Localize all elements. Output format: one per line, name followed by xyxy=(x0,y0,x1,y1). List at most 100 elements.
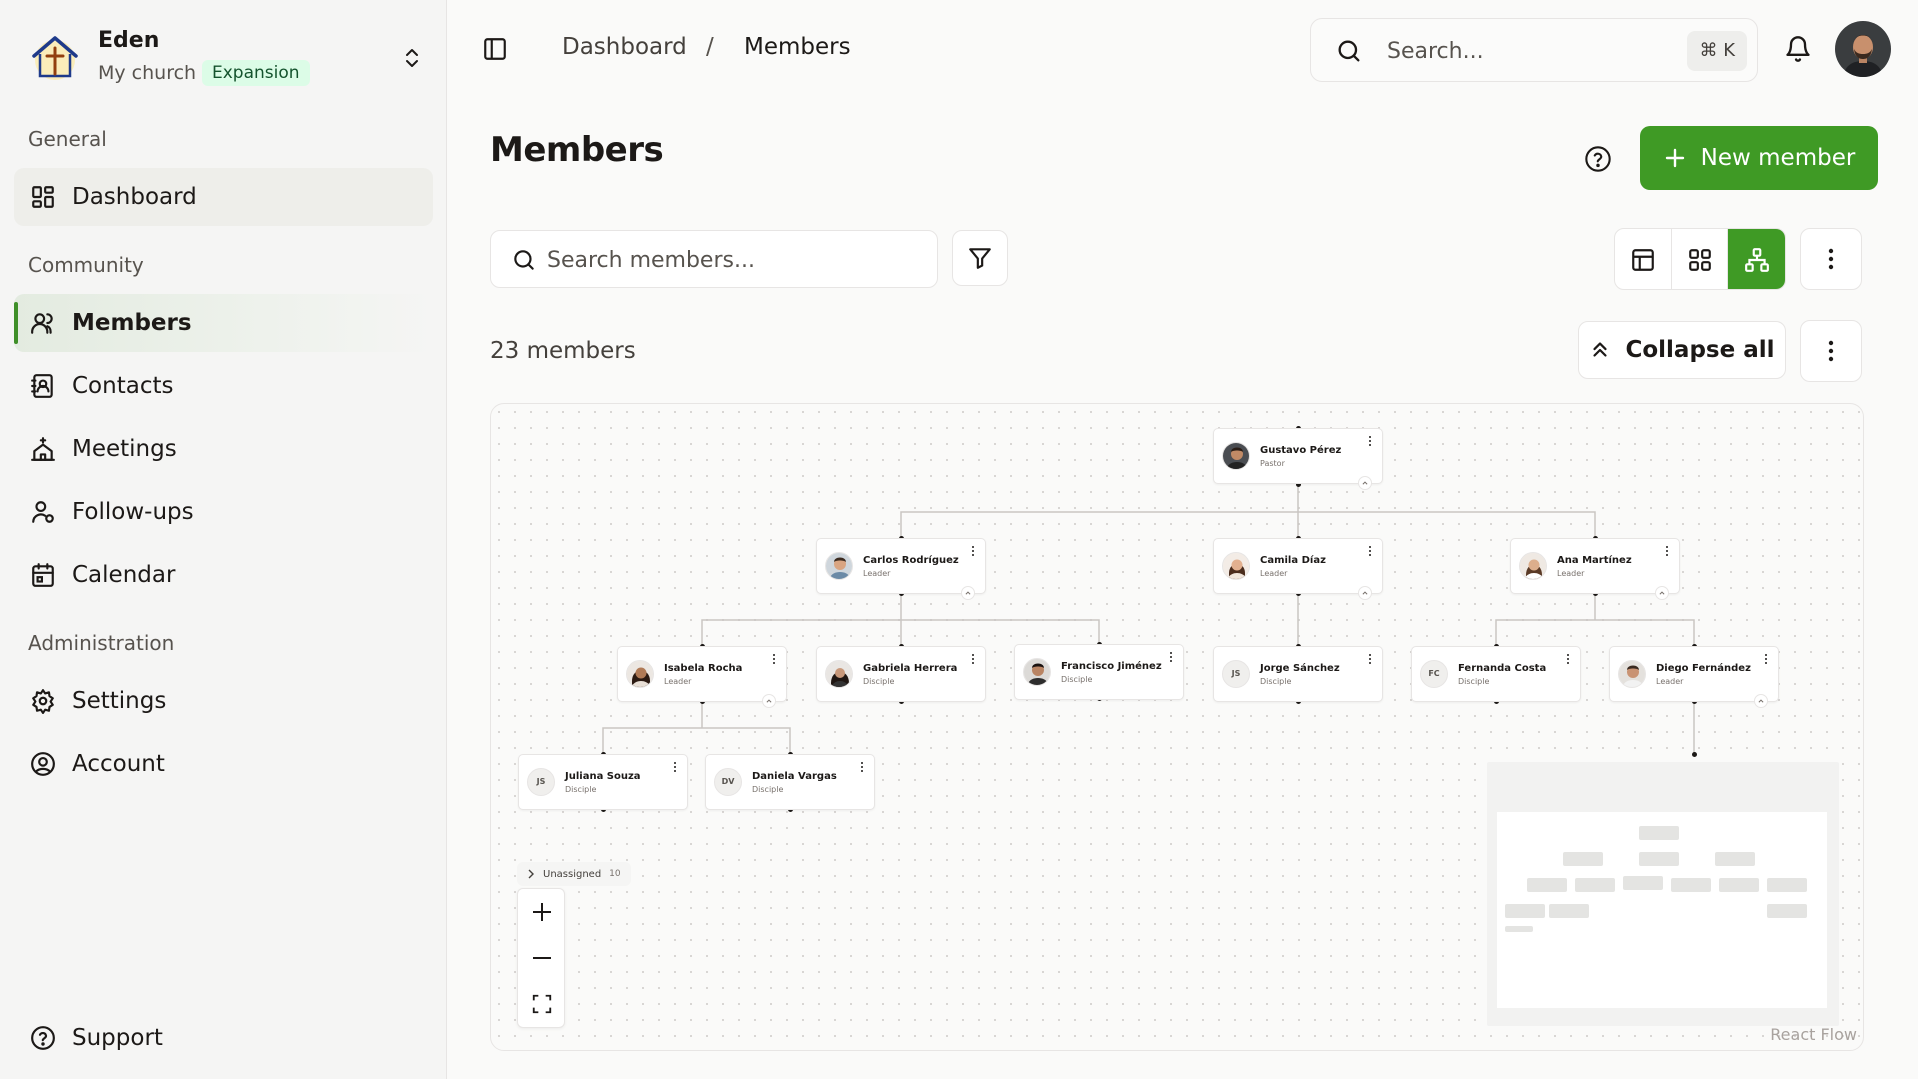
filter-button[interactable] xyxy=(952,230,1008,286)
minimap-node xyxy=(1505,904,1545,918)
plus-icon xyxy=(1665,148,1684,168)
collapse-node-icon[interactable] xyxy=(1754,694,1768,708)
new-member-button[interactable]: New member xyxy=(1640,126,1878,190)
minimap-node xyxy=(1505,926,1533,932)
collapse-node-icon[interactable] xyxy=(1358,586,1372,600)
tree-node-gustavo[interactable]: Gustavo Pérez Pastor xyxy=(1213,428,1383,490)
view-table-button[interactable] xyxy=(1615,229,1672,289)
sidebar-item-dashboard[interactable]: Dashboard xyxy=(14,168,433,226)
tree-node-juliana[interactable]: JS Juliana Souza Disciple xyxy=(518,754,688,810)
member-role: Leader xyxy=(863,569,891,578)
view-tree-button[interactable] xyxy=(1728,229,1785,289)
sidebar-item-label: Account xyxy=(72,751,165,777)
member-initials: FC xyxy=(1420,660,1448,688)
flow-minimap[interactable] xyxy=(1487,762,1839,1026)
node-menu-icon[interactable] xyxy=(1368,545,1372,557)
react-flow-attribution[interactable]: React Flow xyxy=(1770,1025,1857,1044)
help-icon[interactable] xyxy=(1584,145,1612,173)
user-avatar[interactable] xyxy=(1835,21,1891,77)
collapse-node-icon[interactable] xyxy=(1655,586,1669,600)
tree-node-fernanda[interactable]: FC Fernanda Costa Disciple xyxy=(1411,646,1581,702)
collapse-node-icon[interactable] xyxy=(961,586,975,600)
sidebar-toggle-icon[interactable] xyxy=(482,36,508,62)
org-chart-canvas[interactable]: Gustavo Pérez Pastor Carlos Rodríguez Le… xyxy=(490,403,1864,1051)
help-circle-icon xyxy=(31,1026,55,1050)
node-menu-icon[interactable] xyxy=(971,545,975,557)
church-icon xyxy=(31,437,55,461)
node-menu-icon[interactable] xyxy=(1368,435,1372,447)
org-subtitle: My church xyxy=(98,62,197,84)
tree-node-ana[interactable]: Ana Martínez Leader xyxy=(1510,538,1680,600)
view-more-button[interactable] xyxy=(1800,228,1862,290)
breadcrumb-dashboard[interactable]: Dashboard xyxy=(562,34,687,60)
tree-node-isabela[interactable]: Isabela Rocha Leader xyxy=(617,646,787,708)
global-search[interactable]: ⌘ K xyxy=(1310,18,1758,82)
node-menu-icon[interactable] xyxy=(772,653,776,665)
minimap-node xyxy=(1575,878,1615,892)
sidebar-item-label: Dashboard xyxy=(72,184,197,210)
member-search-input[interactable] xyxy=(547,241,907,279)
unassigned-label: Unassigned xyxy=(543,868,602,880)
church-logo-icon xyxy=(32,36,78,80)
sidebar-item-account[interactable]: Account xyxy=(14,735,433,793)
sidebar-item-members[interactable]: Members xyxy=(14,294,433,352)
member-role: Disciple xyxy=(1061,675,1093,684)
search-icon xyxy=(514,250,534,270)
sidebar-item-contacts[interactable]: Contacts xyxy=(14,357,433,415)
tree-node-camila[interactable]: Camila Díaz Leader xyxy=(1213,538,1383,600)
tree-more-button[interactable] xyxy=(1800,320,1862,382)
node-menu-icon[interactable] xyxy=(1665,545,1669,557)
sidebar-item-calendar[interactable]: Calendar xyxy=(14,546,433,604)
member-search[interactable] xyxy=(490,230,938,288)
minimap-node xyxy=(1639,852,1679,866)
unassigned-toggle[interactable]: Unassigned 10 xyxy=(517,862,631,886)
bell-icon[interactable] xyxy=(1784,34,1812,64)
member-initials: JS xyxy=(527,768,555,796)
member-avatar xyxy=(825,660,853,688)
tree-node-daniela[interactable]: DV Daniela Vargas Disciple xyxy=(705,754,875,810)
minimap-node xyxy=(1671,878,1711,892)
node-menu-icon[interactable] xyxy=(1169,651,1173,663)
node-menu-icon[interactable] xyxy=(860,761,864,773)
view-switcher xyxy=(1614,228,1786,290)
sidebar-item-support[interactable]: Support xyxy=(14,1009,433,1067)
fit-view-button[interactable] xyxy=(518,981,566,1027)
member-name: Ana Martínez xyxy=(1557,555,1632,566)
sidebar-item-label: Support xyxy=(72,1025,163,1051)
collapse-node-icon[interactable] xyxy=(762,694,776,708)
tree-node-carlos[interactable]: Carlos Rodríguez Leader xyxy=(816,538,986,600)
node-menu-icon[interactable] xyxy=(1566,653,1570,665)
grid-icon xyxy=(1688,249,1711,271)
minimap-node xyxy=(1639,826,1679,840)
minimap-node xyxy=(1563,852,1603,866)
member-name: Juliana Souza xyxy=(565,771,641,782)
member-role: Disciple xyxy=(752,785,784,794)
tree-node-francisco[interactable]: Francisco Jiménez Disciple xyxy=(1014,644,1184,700)
node-menu-icon[interactable] xyxy=(971,653,975,665)
sidebar-item-meetings[interactable]: Meetings xyxy=(14,420,433,478)
member-name: Gustavo Pérez xyxy=(1260,445,1342,456)
zoom-in-button[interactable] xyxy=(518,889,566,935)
node-menu-icon[interactable] xyxy=(1764,653,1768,665)
node-menu-icon[interactable] xyxy=(673,761,677,773)
breadcrumb-current: Members xyxy=(744,34,851,60)
minimap-node xyxy=(1719,878,1759,892)
collapse-node-icon[interactable] xyxy=(1358,476,1372,490)
member-name: Jorge Sánchez xyxy=(1260,663,1340,674)
global-search-input[interactable] xyxy=(1387,31,1667,71)
member-role: Disciple xyxy=(565,785,597,794)
minimap-node xyxy=(1767,878,1807,892)
tree-node-jorge[interactable]: JS Jorge Sánchez Disciple xyxy=(1213,646,1383,702)
tree-node-diego[interactable]: Diego Fernández Leader xyxy=(1609,646,1779,708)
dashboard-icon xyxy=(32,186,54,208)
sidebar-item-settings[interactable]: Settings xyxy=(14,672,433,730)
fullscreen-icon xyxy=(532,994,552,1014)
zoom-out-button[interactable] xyxy=(518,935,566,981)
collapse-all-button[interactable]: Collapse all xyxy=(1578,321,1786,379)
view-grid-button[interactable] xyxy=(1672,229,1729,289)
sidebar-item-followups[interactable]: Follow-ups xyxy=(14,483,433,541)
calendar-icon xyxy=(32,563,54,587)
node-menu-icon[interactable] xyxy=(1368,653,1372,665)
org-switcher[interactable]: Eden My church Expansion xyxy=(28,24,423,90)
tree-node-gabriela[interactable]: Gabriela Herrera Disciple xyxy=(816,646,986,702)
